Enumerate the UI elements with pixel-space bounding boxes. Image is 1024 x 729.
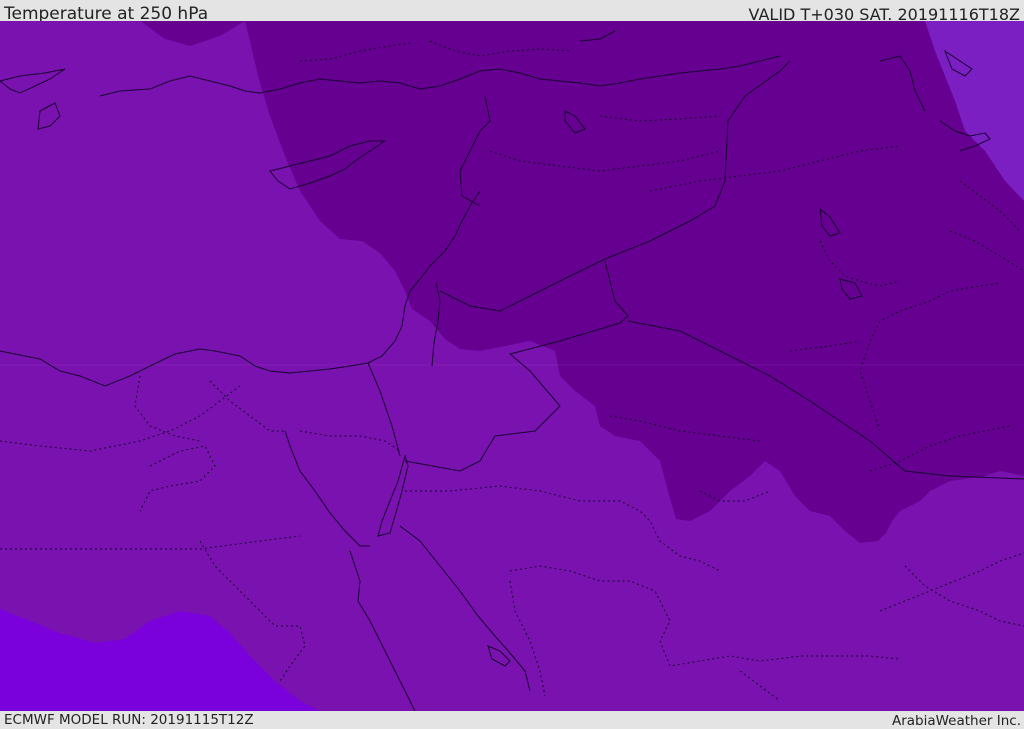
model-run: ECMWF MODEL RUN: 20191115T12Z — [4, 712, 254, 728]
temperature-map[interactable] — [0, 21, 1024, 711]
footer-bar: ECMWF MODEL RUN: 20191115T12Z ArabiaWeat… — [0, 711, 1024, 729]
credit: ArabiaWeather Inc. — [891, 713, 1021, 729]
header-bar: Temperature at 250 hPa VALID T+030 SAT. … — [0, 0, 1024, 24]
